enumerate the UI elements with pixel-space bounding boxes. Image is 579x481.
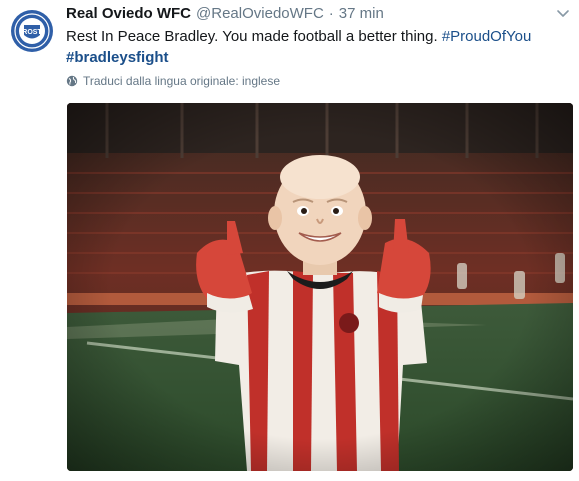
chevron-down-icon[interactable] bbox=[556, 6, 570, 17]
tweet-text-main: Rest In Peace Bradley. You made football… bbox=[66, 28, 438, 45]
handle[interactable]: @RealOviedoWFC bbox=[196, 5, 324, 22]
tweet-text: Rest In Peace Bradley. You made football… bbox=[66, 26, 566, 68]
translate-label: Traduci dalla lingua originale: inglese bbox=[83, 74, 281, 88]
timestamp[interactable]: 37 min bbox=[339, 5, 384, 22]
separator-dot: · bbox=[328, 5, 334, 22]
tweet-header: Real Oviedo WFC @RealOviedoWFC · 37 min bbox=[66, 5, 384, 25]
hashtag-bradleysfight[interactable]: #bradleysfight bbox=[66, 49, 169, 66]
display-name[interactable]: Real Oviedo WFC bbox=[66, 5, 191, 22]
avatar-text: ROST bbox=[22, 29, 42, 36]
hashtag-proudofyou[interactable]: #ProudOfYou bbox=[442, 28, 532, 45]
globe-icon bbox=[66, 75, 78, 87]
tweet-photo[interactable] bbox=[67, 103, 573, 471]
translate-link[interactable]: Traduci dalla lingua originale: inglese bbox=[66, 74, 280, 88]
tweet[interactable]: ROST Real Oviedo WFC @RealOviedoWFC · 37… bbox=[0, 0, 579, 481]
avatar[interactable]: ROST bbox=[10, 9, 54, 53]
